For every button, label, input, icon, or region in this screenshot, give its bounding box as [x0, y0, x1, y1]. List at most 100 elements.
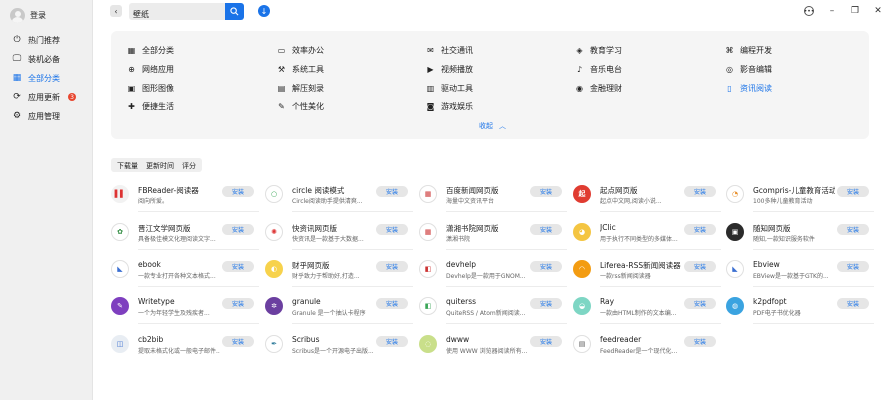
app-description: Scribus是一个开源电子出版...	[292, 348, 374, 355]
category-tool[interactable]: ⚒ 系统工具	[277, 64, 324, 75]
sort-tab-rating[interactable]: 评分	[178, 159, 200, 171]
app-card[interactable]: ◣ Ebview EBView是一款基于GTK的... 安装	[726, 260, 874, 290]
app-description: 具备极佳模文化理阅读文字...	[138, 236, 216, 243]
install-button[interactable]: 安装	[530, 261, 562, 272]
app-card[interactable]: ◍ k2pdfopt PDF电子书优化器 安装	[726, 297, 874, 327]
install-button[interactable]: 安装	[684, 224, 716, 235]
sidebar-item-grid[interactable]: ▦ 全部分类	[12, 71, 60, 85]
app-card[interactable]: ◠ Liferea-RSS新闻阅读器 一款rss新闻阅读器 安装	[573, 260, 721, 290]
install-button[interactable]: 安装	[684, 336, 716, 347]
login-button[interactable]: 登录	[10, 8, 46, 23]
install-button[interactable]: 安装	[530, 336, 562, 347]
devhelp-icon: ◧	[419, 260, 437, 278]
search-input[interactable]: 壁纸	[129, 3, 225, 20]
app-description: 财乎致力于帮助好,打造...	[292, 273, 360, 280]
divider	[138, 286, 259, 287]
app-card[interactable]: ◒ Ray 一款由HTML制作的文本编... 安装	[573, 297, 721, 327]
app-icon-glyph: ▣	[731, 228, 739, 236]
category-book[interactable]: ▯ 资讯阅读	[725, 83, 772, 94]
install-button[interactable]: 安装	[837, 224, 869, 235]
app-card[interactable]: ◌ dwww 使用 WWW 浏览器阅读所有... 安装	[419, 335, 562, 365]
category-label: 编程开发	[740, 46, 772, 55]
app-card[interactable]: ✒ Scribus Scribus是一个开源电子出版... 安装	[265, 335, 408, 365]
install-button[interactable]: 安装	[222, 336, 254, 347]
install-button[interactable]: 安装	[376, 186, 408, 197]
app-icon-glyph: ▦	[424, 228, 432, 236]
collapse-button[interactable]: 收起 ︿	[479, 121, 506, 131]
category-briefcase[interactable]: ▭ 效率办公	[277, 45, 324, 56]
category-grid[interactable]: ▦ 全部分类	[127, 45, 174, 56]
sort-tab-update-time[interactable]: 更新时间	[142, 159, 178, 171]
category-life[interactable]: ✚ 便捷生活	[127, 101, 174, 112]
app-card[interactable]: ◣ ebook 一款专业打开各种文本格式... 安装	[111, 260, 259, 290]
main-menu-button[interactable]: •••	[804, 6, 814, 16]
category-music[interactable]: ♪ 音乐电台	[575, 64, 622, 75]
install-button[interactable]: 安装	[376, 298, 408, 309]
install-button[interactable]: 安装	[684, 186, 716, 197]
install-button[interactable]: 安装	[530, 224, 562, 235]
app-card[interactable]: ▦ 潇湘书院网页版 潇湘书院 安装	[419, 223, 567, 253]
install-button[interactable]: 安装	[837, 298, 869, 309]
minimize-button[interactable]: –	[826, 5, 838, 17]
app-card[interactable]: 起 起点网页版 起点中文网,阅读小说... 安装	[573, 185, 721, 215]
sidebar-item-power[interactable]: ⏻ 热门推荐	[12, 33, 60, 47]
sort-tab-downloads[interactable]: 下载量	[113, 159, 142, 171]
install-button[interactable]: 安装	[530, 186, 562, 197]
install-button[interactable]: 安装	[530, 298, 562, 309]
app-card[interactable]: ◧ devhelp Devhelp是一款用于GNOM... 安装	[419, 260, 567, 290]
app-card[interactable]: ▦ 百度新闻网页版 海量中文资讯平台 安装	[419, 185, 567, 215]
back-button[interactable]: ‹	[110, 5, 122, 17]
category-video[interactable]: ▶ 视频播放	[426, 64, 473, 75]
category-media-edit[interactable]: ◎ 影音编辑	[725, 64, 772, 75]
divider	[446, 323, 567, 324]
app-card[interactable]: ▤ feedreader FeedReader是一个现代化... 安装	[573, 335, 716, 365]
app-card[interactable]: ◔ Gcompris-儿童教育活动 100多种儿童教育活动 安装	[726, 185, 874, 215]
app-card[interactable]: ✿ 晋江文学网页版 具备极佳模文化理阅读文字... 安装	[111, 223, 259, 253]
sidebar-item-label: 应用管理	[28, 111, 60, 121]
category-chat[interactable]: ✉ 社交通讯	[426, 45, 473, 56]
category-driver[interactable]: ▥ 驱动工具	[426, 83, 473, 94]
settings-icon: ⚙	[12, 110, 22, 121]
app-card[interactable]: ✲ granule Granule 是一个抽认卡程序 安装	[265, 297, 413, 327]
app-card[interactable]: ▌▌ FBReader-阅读器 阅向所爱。 安装	[111, 185, 259, 215]
category-gamepad[interactable]: ◙ 游戏娱乐	[426, 101, 473, 112]
sidebar-item-settings[interactable]: ⚙ 应用管理	[12, 109, 60, 123]
app-name: Liferea-RSS新闻阅读器	[600, 261, 681, 270]
category-code[interactable]: ⌘ 编程开发	[725, 45, 773, 56]
install-button[interactable]: 安装	[222, 186, 254, 197]
install-button[interactable]: 安装	[837, 261, 869, 272]
app-card[interactable]: ✺ 快资讯网页版 快资讯是一款基于大数据... 安装	[265, 223, 413, 253]
install-button[interactable]: 安装	[684, 261, 716, 272]
install-button[interactable]: 安装	[376, 336, 408, 347]
category-graduation[interactable]: ◈ 教育学习	[575, 45, 622, 56]
sidebar-item-refresh[interactable]: ⟳ 应用更新 3	[12, 90, 76, 104]
sidebar-item-monitor[interactable]: 🖵 装机必备	[12, 52, 60, 66]
app-card[interactable]: ◐ 财乎网页版 财乎致力于帮助好,打造... 安装	[265, 260, 413, 290]
maximize-button[interactable]: ❐	[849, 5, 861, 17]
app-card[interactable]: ◕ JClic 用于执行不同类型的多媒体... 安装	[573, 223, 721, 253]
install-button[interactable]: 安装	[376, 261, 408, 272]
app-description: Circle阅读助手提供清爽...	[292, 198, 363, 205]
category-brush[interactable]: ✎ 个性美化	[277, 101, 324, 112]
suizhi-icon: ▣	[726, 223, 744, 241]
install-button[interactable]: 安装	[222, 224, 254, 235]
install-button[interactable]: 安装	[684, 298, 716, 309]
category-globe[interactable]: ⊕ 网络应用	[127, 64, 174, 75]
category-image[interactable]: ▣ 图形图像	[127, 83, 174, 94]
install-button[interactable]: 安装	[222, 298, 254, 309]
app-card[interactable]: ▣ 随知网页版 随知,一款知识服务软件 安装	[726, 223, 874, 253]
category-archive[interactable]: ▤ 解压刻录	[277, 83, 324, 94]
search-button[interactable]	[225, 3, 244, 20]
app-card[interactable]: ○ circle 阅读模式 Circle阅读助手提供清爽... 安装	[265, 185, 413, 215]
install-button[interactable]: 安装	[376, 224, 408, 235]
install-button[interactable]: 安装	[222, 261, 254, 272]
download-manager-button[interactable]: ↓	[258, 5, 270, 17]
app-name: 起点网页版	[600, 186, 638, 195]
app-card[interactable]: ✎ Writetype 一个为年轻学生及残疾者... 安装	[111, 297, 259, 327]
graduation-icon: ◈	[576, 46, 583, 55]
close-button[interactable]: ✕	[872, 5, 884, 17]
install-button[interactable]: 安装	[837, 186, 869, 197]
app-card[interactable]: ◫ cb2bib 提取未格式化或一般电子邮件... 安装	[111, 335, 254, 365]
app-card[interactable]: ◧ quiterss QuiteRSS / Atom新闻阅读... 安装	[419, 297, 567, 327]
category-finance[interactable]: ◉ 金融理财	[575, 83, 622, 94]
